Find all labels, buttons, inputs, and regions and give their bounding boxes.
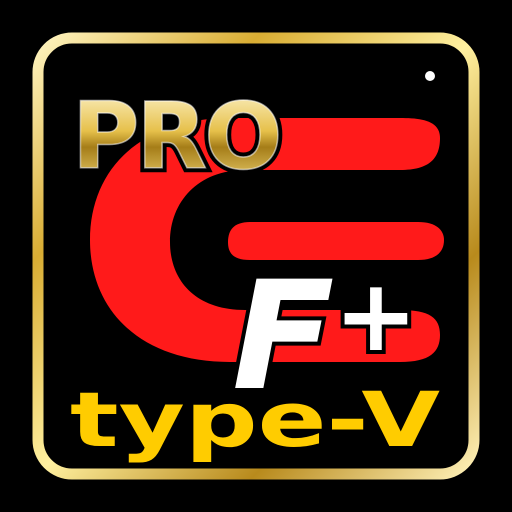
subtitle-text: type-V — [70, 375, 440, 464]
plus-icon: + — [334, 257, 418, 374]
logo-artwork: PRO PRO F + type-V — [0, 0, 512, 512]
pro-title-highlight: PRO — [72, 83, 279, 190]
app-logo: PRO PRO F + type-V — [0, 0, 512, 512]
dot-icon — [425, 71, 435, 81]
